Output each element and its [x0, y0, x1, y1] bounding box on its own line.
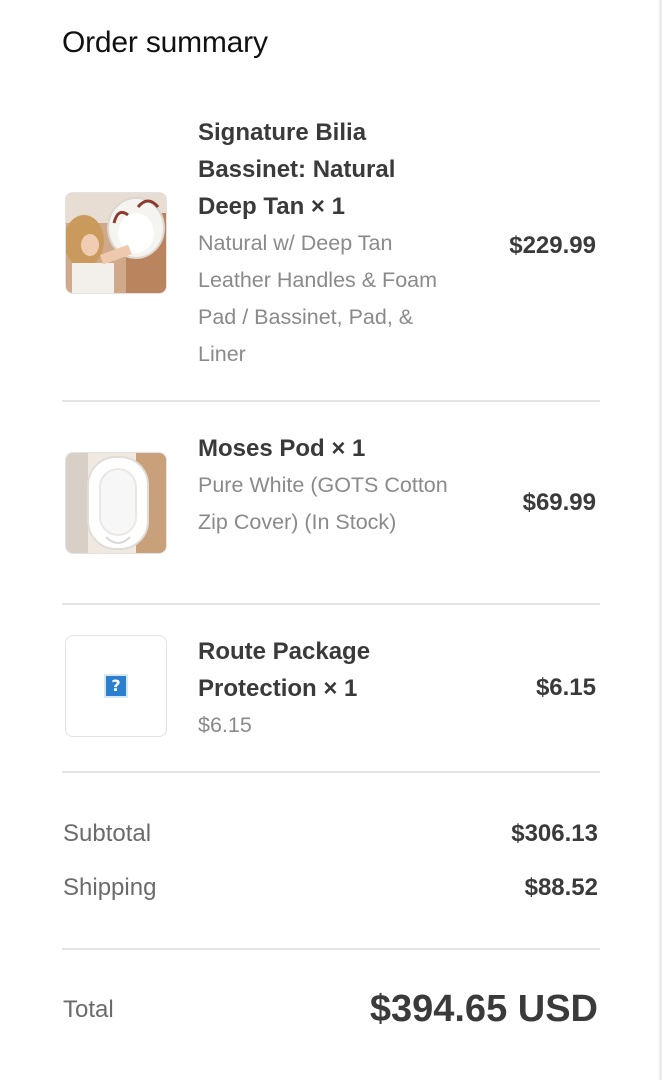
moses-pod-photo [66, 453, 166, 553]
divider [62, 948, 600, 950]
shipping-row: Shipping $88.52 [62, 874, 598, 906]
item-price: $229.99 [509, 232, 596, 259]
total-label: Total [63, 996, 114, 1023]
total-value: $394.65 USD [369, 988, 598, 1030]
route-protection-thumbnail: ? [65, 635, 167, 737]
item-title: Signature Bilia Bassinet: Natural Deep T… [198, 119, 396, 220]
broken-image-icon: ? [104, 674, 128, 698]
item-price: $69.99 [522, 489, 596, 516]
total-row: Total $394.65 USD [62, 988, 598, 1038]
shipping-label: Shipping [63, 874, 157, 901]
line-item-bassinet: Signature Bilia Bassinet: Natural Deep T… [62, 112, 600, 382]
bassinet-details: Signature Bilia Bassinet: Natural Deep T… [198, 114, 448, 373]
divider [62, 771, 600, 773]
subtotal-value: $306.13 [511, 820, 598, 847]
moses-pod-details: Moses Pod × 1 Pure White (GOTS Cotton Zi… [198, 430, 448, 541]
shipping-value: $88.52 [524, 874, 598, 901]
item-variant: $6.15 [198, 713, 252, 737]
item-variant: Pure White (GOTS Cotton Zip Cover) (In S… [198, 473, 448, 534]
line-item-route-protection: ? Route Package Protection × 1 $6.15 $6.… [62, 632, 600, 752]
subtotal-row: Subtotal $306.13 [62, 820, 598, 852]
item-title: Moses Pod × 1 [198, 435, 366, 462]
subtotal-label: Subtotal [63, 820, 152, 847]
item-title: Route Package Protection × 1 [198, 638, 371, 702]
bassinet-thumbnail [65, 192, 167, 294]
moses-pod-thumbnail [65, 452, 167, 554]
line-item-moses-pod: Moses Pod × 1 Pure White (GOTS Cotton Zi… [62, 428, 600, 588]
item-variant: Natural w/ Deep Tan Leather Handles & Fo… [198, 231, 438, 366]
item-price: $6.15 [535, 674, 596, 701]
divider [62, 603, 600, 605]
bassinet-photo [66, 193, 166, 293]
order-summary-heading: Order summary [62, 26, 268, 59]
route-protection-details: Route Package Protection × 1 $6.15 [198, 633, 448, 744]
divider [62, 400, 600, 402]
